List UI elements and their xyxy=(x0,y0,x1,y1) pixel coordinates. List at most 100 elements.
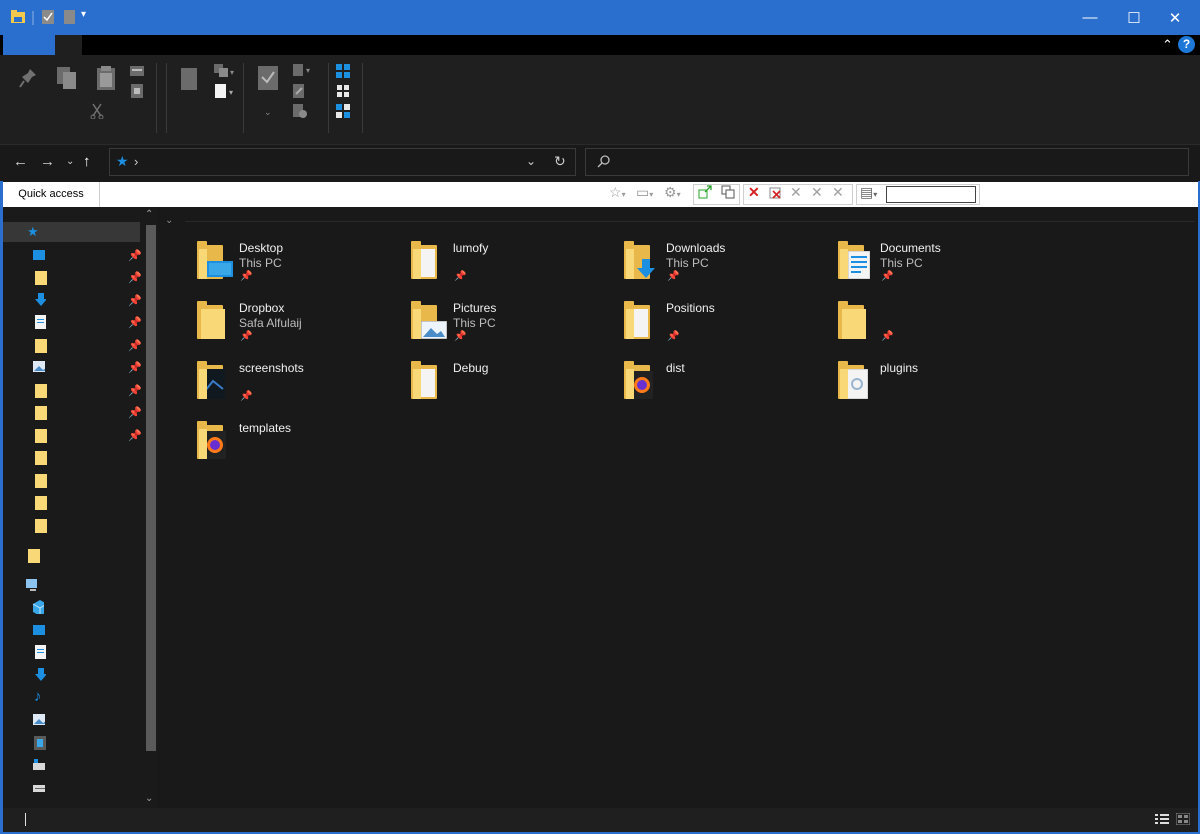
folder-tile[interactable]: templates xyxy=(197,421,397,473)
nav-item-this-pc[interactable] xyxy=(3,577,140,595)
folder-tile[interactable]: Debug xyxy=(411,361,611,413)
close-all-tabs-icon[interactable]: ✕ xyxy=(832,185,844,199)
view-menu-icon[interactable]: ▤▾ xyxy=(860,185,877,202)
folder-name: templates xyxy=(239,421,292,435)
tab-home[interactable] xyxy=(55,35,82,55)
recent-locations-chevron-icon[interactable]: ⌄ xyxy=(66,156,74,167)
nav-item-dropbox[interactable] xyxy=(3,547,140,565)
address-separator[interactable]: › xyxy=(134,154,138,169)
nav-item-pictures[interactable]: 📌 xyxy=(3,359,142,377)
nav-item-folder[interactable]: 📌 xyxy=(3,269,142,287)
nav-item-folder[interactable] xyxy=(3,517,140,535)
customize-quick-access-icon[interactable]: ▾ xyxy=(81,9,97,27)
medium-icons-view-icon[interactable] xyxy=(335,83,351,102)
large-icons-view-icon[interactable] xyxy=(335,63,351,82)
address-bar[interactable]: ★ › ⌄ ↻ xyxy=(109,148,576,176)
paste-shortcut-icon[interactable] xyxy=(129,83,145,102)
help-icon[interactable]: ? xyxy=(1178,36,1195,53)
nav-item-local-disk[interactable] xyxy=(3,757,140,775)
nav-item-documents[interactable]: 📌 xyxy=(3,314,142,332)
nav-item-folder[interactable]: 📌 xyxy=(3,404,142,422)
nav-item-desktop[interactable] xyxy=(3,622,140,640)
folder-tile[interactable]: Documents This PC 📌 xyxy=(838,241,1038,293)
close-left-tabs-icon[interactable]: ✕ xyxy=(790,185,802,199)
folder-tile[interactable]: Positions 📌 xyxy=(624,301,824,353)
large-icons-toggle-icon[interactable] xyxy=(1175,812,1191,826)
folder-tile[interactable]: screenshots 📌 xyxy=(197,361,397,413)
minimize-button[interactable]: — xyxy=(1067,0,1113,35)
details-view-icon[interactable] xyxy=(1155,813,1169,825)
nav-item-pictures[interactable] xyxy=(3,712,140,730)
nav-item-folder[interactable]: 📌 xyxy=(3,382,142,400)
folder-tile[interactable]: Dropbox Safa Alfulaij 📌 xyxy=(197,301,397,353)
cut-icon[interactable] xyxy=(90,103,104,122)
tiles-view-icon[interactable] xyxy=(335,103,351,122)
copy-path-icon[interactable] xyxy=(129,65,145,80)
nav-item-folder[interactable]: 📌 xyxy=(3,427,142,445)
file-list[interactable] xyxy=(158,207,1198,807)
group-collapse-chevron-icon[interactable]: ⌄ xyxy=(165,215,173,226)
new-window-icon[interactable] xyxy=(698,185,712,201)
dropdown-arrow-icon[interactable]: ⌄ xyxy=(264,107,272,118)
title-bar[interactable]: ▾ — ☐ ✕ xyxy=(0,0,1200,35)
folder-tile[interactable]: Desktop This PC 📌 xyxy=(197,241,397,293)
maximize-button[interactable]: ☐ xyxy=(1111,0,1157,35)
select-none-icon[interactable]: ▾ xyxy=(292,63,314,82)
select-all-icon[interactable] xyxy=(257,65,279,94)
nav-item-drive[interactable] xyxy=(3,780,140,798)
window-icon[interactable]: ▭▾ xyxy=(636,185,653,202)
folder-tile[interactable]: Downloads This PC 📌 xyxy=(624,241,824,293)
history-icon[interactable] xyxy=(292,103,308,122)
navigation-scrollbar[interactable]: ⌃ ⌄ xyxy=(144,207,157,807)
close-other-tabs-icon[interactable] xyxy=(769,185,783,201)
tools-icon[interactable]: ⚙▾ xyxy=(664,185,681,202)
new-item-icon[interactable]: ▾ xyxy=(213,83,237,102)
pin-to-quick-access-icon[interactable] xyxy=(18,67,38,92)
up-arrow-icon[interactable]: ↑ xyxy=(83,153,91,170)
breadcrumb[interactable]: Quick access xyxy=(3,182,100,207)
close-button[interactable]: ✕ xyxy=(1152,0,1198,35)
scroll-up-arrow-icon[interactable]: ⌃ xyxy=(145,209,153,220)
folder-tile[interactable]: Pictures This PC 📌 xyxy=(411,301,611,353)
nav-item-3d-objects[interactable] xyxy=(3,599,140,617)
minimize-ribbon-icon[interactable]: ⌃ xyxy=(1162,37,1173,53)
close-tab-icon[interactable]: ✕ xyxy=(748,185,760,199)
nav-item-folder[interactable] xyxy=(3,449,140,467)
filter-input[interactable] xyxy=(886,186,976,203)
refresh-icon[interactable]: ↻ xyxy=(554,153,566,170)
nav-item-desktop[interactable]: 📌 xyxy=(3,247,142,265)
file-explorer-app-icon[interactable] xyxy=(10,9,26,27)
edit-icon[interactable] xyxy=(292,83,306,102)
nav-item-folder[interactable] xyxy=(3,472,140,490)
close-right-tabs-icon[interactable]: ✕ xyxy=(811,185,823,199)
nav-item-videos[interactable] xyxy=(3,735,140,753)
back-arrow-icon[interactable]: ← xyxy=(13,153,28,170)
new-folder-icon[interactable] xyxy=(63,9,79,27)
folder-tile[interactable]: dist xyxy=(624,361,824,413)
folder-tile[interactable]: plugins xyxy=(838,361,1038,413)
tab-file[interactable] xyxy=(3,35,55,55)
search-box[interactable] xyxy=(585,148,1189,176)
paste-icon[interactable] xyxy=(95,65,117,94)
nav-item-folder[interactable]: 📌 xyxy=(3,337,142,355)
nav-item-music[interactable]: ♪ xyxy=(3,688,140,707)
scroll-down-arrow-icon[interactable]: ⌄ xyxy=(145,793,153,804)
move-to-icon[interactable] xyxy=(180,67,198,94)
folder-icon xyxy=(35,339,47,353)
nav-item-documents[interactable] xyxy=(3,644,140,662)
folder-tile[interactable]: lumofy 📌 xyxy=(411,241,611,293)
address-history-chevron-icon[interactable]: ⌄ xyxy=(526,154,536,168)
quick-access-item[interactable]: ★ xyxy=(3,222,140,242)
scrollbar-thumb[interactable] xyxy=(146,225,156,751)
favorites-star-icon[interactable]: ☆▾ xyxy=(609,185,626,202)
nav-item-downloads[interactable]: 📌 xyxy=(3,292,142,310)
nav-item-downloads[interactable] xyxy=(3,667,140,685)
properties-icon[interactable] xyxy=(41,9,57,27)
forward-arrow-icon[interactable]: → xyxy=(40,153,55,170)
clone-window-icon[interactable] xyxy=(721,185,735,201)
copy-to-icon[interactable]: ▾ xyxy=(213,63,237,82)
copy-icon[interactable] xyxy=(55,65,79,94)
folder-tile[interactable]: 📌 xyxy=(838,301,1038,353)
nav-item-folder[interactable] xyxy=(3,494,140,512)
folder-icon xyxy=(411,361,441,401)
